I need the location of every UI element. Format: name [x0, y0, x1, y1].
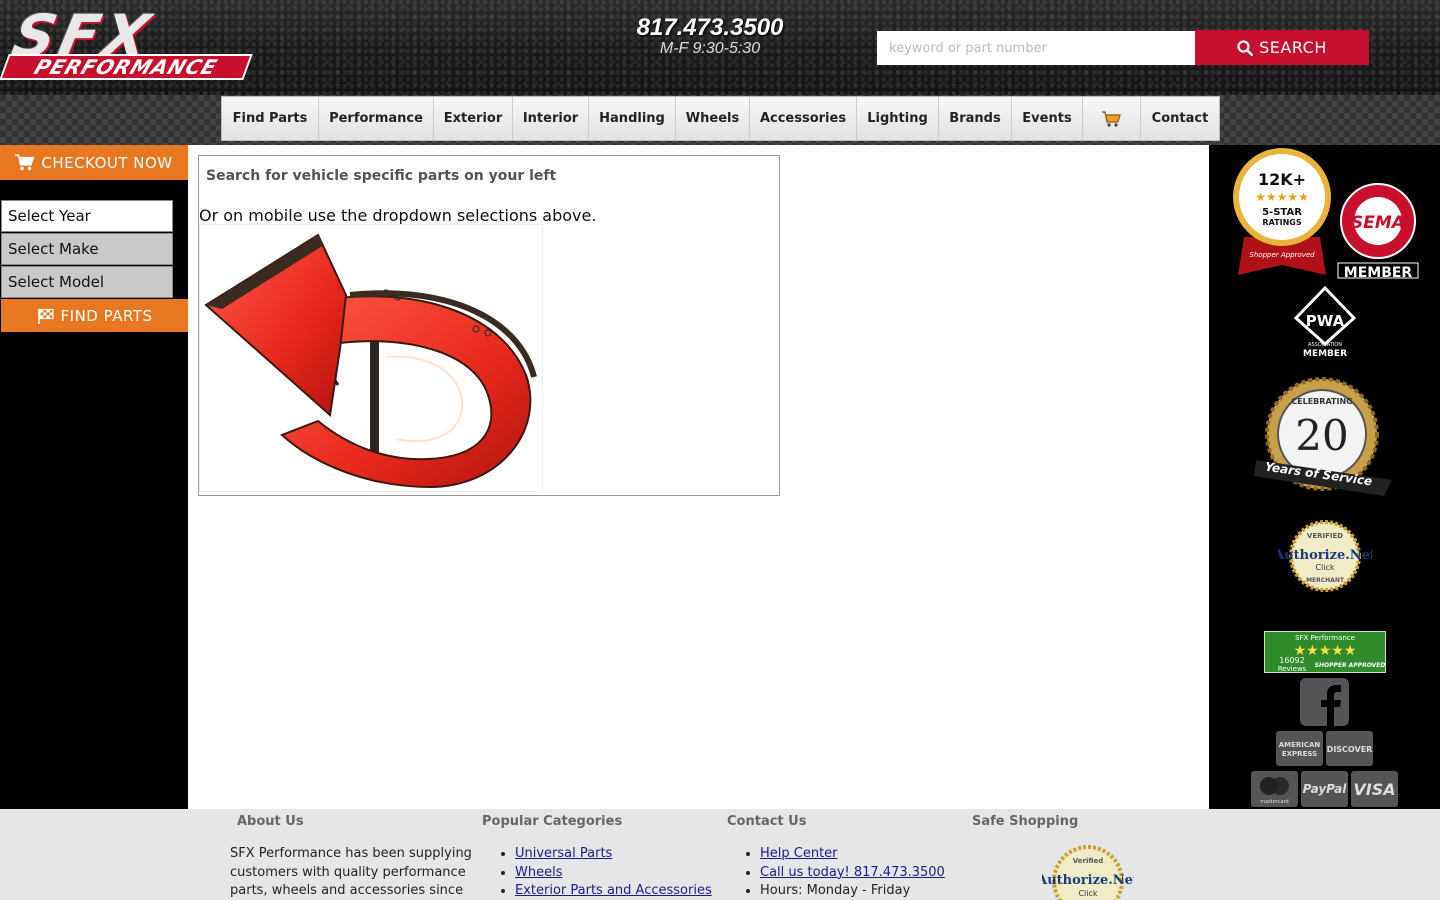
select-model-dropdown[interactable]: Select Model: [1, 266, 173, 298]
footer-popular-heading: Popular Categories: [482, 814, 623, 829]
footer-safe-heading: Safe Shopping: [972, 814, 1079, 829]
celebrating-label: CELEBRATING: [1291, 397, 1352, 406]
svg-text:PWA: PWA: [1306, 312, 1345, 330]
authnet-verified: VERIFIED: [1307, 532, 1343, 540]
authorize-net-seal[interactable]: VERIFIED Authorize.Net Click MERCHANT: [1278, 520, 1372, 592]
shopper-count: 16092: [1279, 656, 1304, 665]
authnet-name: Authorize.Net: [1278, 548, 1372, 563]
nav-item-cart[interactable]: [1083, 97, 1141, 140]
visa-label: VISA: [1353, 780, 1395, 799]
footer-authnet-click: Click: [1078, 889, 1097, 898]
facebook-icon[interactable]: [1300, 678, 1349, 726]
ratings-label-2: RATINGS: [1262, 218, 1301, 227]
search-button-label: SEARCH: [1259, 38, 1327, 57]
shopper-title: SFX Performance: [1295, 634, 1355, 642]
nav-item-contact[interactable]: Contact: [1141, 97, 1219, 140]
find-parts-label: FIND PARTS: [60, 306, 153, 325]
select-make-dropdown[interactable]: Select Make: [1, 233, 173, 265]
nav-item-accessories[interactable]: Accessories: [750, 97, 857, 140]
footer-contact-heading: Contact Us: [727, 814, 807, 829]
discover-label: DISCOVER: [1327, 745, 1373, 754]
footer-popular-list: Universal Parts Wheels Exterior Parts an…: [482, 845, 712, 900]
select-year-dropdown[interactable]: Select Year: [1, 200, 173, 232]
nav-item-wheels[interactable]: Wheels: [676, 97, 750, 140]
footer-link-help-center[interactable]: Help Center: [760, 846, 838, 861]
nav-item-brands[interactable]: Brands: [939, 97, 1012, 140]
footer-link-wheels[interactable]: Wheels: [515, 865, 562, 880]
checkout-now-label: CHECKOUT NOW: [41, 153, 173, 172]
phone-number[interactable]: 817.473.3500: [620, 14, 800, 42]
footer-authnet-name: Authorize.Net: [1042, 873, 1134, 888]
shopper-approved-reviews-badge[interactable]: SFX Performance ★★★★★ 16092 Reviews SHOP…: [1264, 631, 1386, 673]
footer-link-exterior[interactable]: Exterior Parts and Accessories: [515, 883, 712, 898]
footer-link-call-us[interactable]: Call us today! 817.473.3500: [760, 865, 945, 880]
footer-about-heading: About Us: [237, 814, 304, 829]
paypal-label: PayPal: [1303, 782, 1348, 796]
shopper-reviews: Reviews: [1278, 665, 1307, 673]
amex-line-1: AMERICAN: [1279, 741, 1321, 749]
discover-icon: DISCOVER: [1326, 731, 1373, 766]
list-item: Call us today! 817.473.3500: [760, 864, 945, 883]
ratings-count: 12K+: [1258, 170, 1306, 189]
footer-authnet-verified: Verified: [1073, 857, 1104, 865]
svg-text:★★★★★: ★★★★★: [1255, 190, 1309, 204]
years-number: 20: [1295, 411, 1348, 460]
footer-about-text: SFX Performance has been supplying custo…: [230, 846, 472, 898]
find-parts-button[interactable]: FIND PARTS: [1, 299, 188, 332]
pwa-assoc-label: ASSOCIATION: [1308, 342, 1342, 348]
nav-item-find-parts[interactable]: Find Parts: [222, 97, 319, 140]
neon-arrow-image: [199, 224, 543, 492]
list-item: Exterior Parts and Accessories: [515, 882, 712, 900]
footer-hours: Hours: Monday - Friday: [760, 882, 945, 900]
nav-item-interior[interactable]: Interior: [513, 97, 589, 140]
search-input[interactable]: [877, 31, 1195, 65]
checkered-flag-icon: [37, 308, 54, 324]
site-footer: [0, 809, 1440, 900]
amex-icon: AMERICAN EXPRESS: [1276, 731, 1323, 766]
nav-item-performance[interactable]: Performance: [319, 97, 434, 140]
mastercard-label: mastercard: [1260, 799, 1288, 805]
svg-text:SEMA: SEMA: [1351, 213, 1405, 233]
search-button[interactable]: SEARCH: [1195, 30, 1369, 65]
business-hours: M-F 9:30-5:30: [659, 40, 761, 57]
main-nav: Find Parts Performance Exterior Interior…: [221, 96, 1220, 141]
nav-item-events[interactable]: Events: [1012, 97, 1083, 140]
sema-member-badge[interactable]: SEMA MEMBER: [1336, 183, 1420, 279]
list-item: Help Center: [760, 845, 945, 864]
cart-icon: [1101, 110, 1121, 127]
shopper-approved: SHOPPER APPROVED: [1315, 662, 1386, 669]
list-item: Wheels: [515, 864, 712, 883]
checkout-now-button[interactable]: CHECKOUT NOW: [0, 145, 188, 180]
paypal-icon: PayPal: [1301, 771, 1348, 807]
nav-item-handling[interactable]: Handling: [589, 97, 676, 140]
list-item: Universal Parts: [515, 845, 712, 864]
amex-line-2: EXPRESS: [1282, 750, 1317, 758]
visa-icon: VISA: [1351, 771, 1398, 807]
content-heading: Search for vehicle specific parts on you…: [206, 168, 557, 184]
shopping-cart-icon: [15, 154, 35, 171]
search-icon: [1237, 39, 1254, 56]
nav-item-lighting[interactable]: Lighting: [857, 97, 939, 140]
site-logo[interactable]: SFX PERFORMANCE: [0, 2, 270, 80]
ratings-sub: Shopper Approved: [1249, 251, 1315, 259]
authnet-click: Click: [1315, 563, 1334, 572]
shopper-approved-ratings-badge[interactable]: 12K+ ★★★★★ 5-STAR RATINGS Shopper Approv…: [1230, 147, 1334, 277]
nav-item-exterior[interactable]: Exterior: [434, 97, 513, 140]
logo-performance-text: PERFORMANCE: [0, 54, 253, 80]
mastercard-icon: mastercard: [1251, 771, 1298, 807]
footer-link-universal-parts[interactable]: Universal Parts: [515, 846, 612, 861]
authnet-merchant: MERCHANT: [1306, 577, 1345, 584]
ratings-label-1: 5-STAR: [1262, 207, 1302, 218]
sema-member-label: MEMBER: [1344, 265, 1413, 279]
content-instructions: Or on mobile use the dropdown selections…: [199, 206, 597, 225]
pwa-member-label: MEMBER: [1303, 349, 1347, 359]
pwa-member-badge[interactable]: PWA ASSOCIATION MEMBER: [1288, 284, 1362, 360]
twenty-years-badge: CELEBRATING 20 Years of Service: [1254, 377, 1392, 496]
footer-authorize-net-seal[interactable]: Verified Authorize.Net Click: [1042, 845, 1134, 900]
footer-contact-list: Help Center Call us today! 817.473.3500 …: [727, 845, 945, 900]
